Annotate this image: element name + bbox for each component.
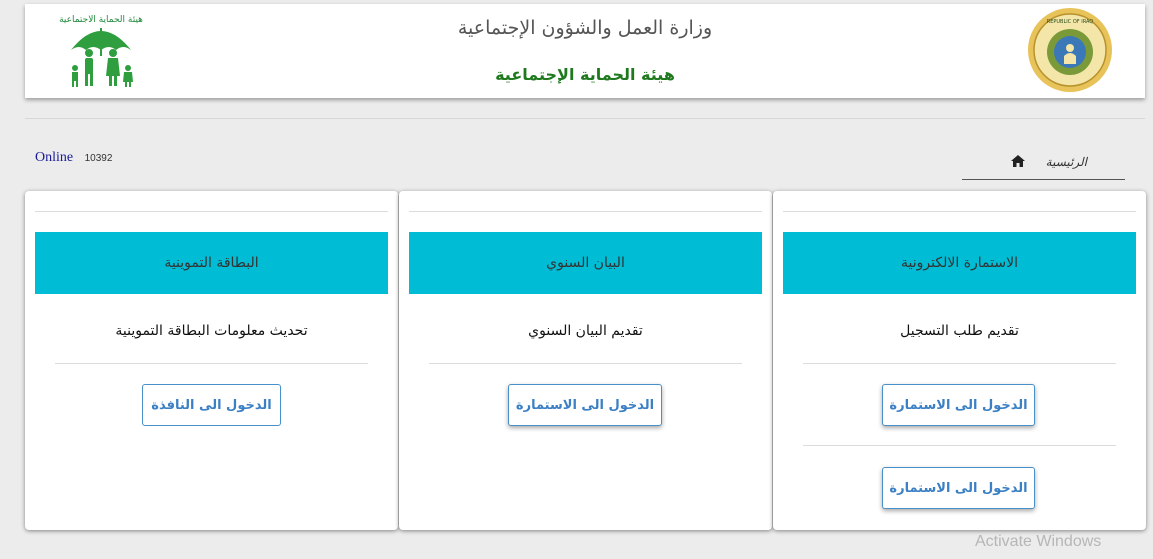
card-header: البطاقة التموينية bbox=[35, 232, 388, 294]
card-electronic-form: الاستمارة الالكترونية تقديم طلب التسجيل … bbox=[773, 191, 1146, 530]
card-subtitle: تحديث معلومات البطاقة التموينية bbox=[115, 323, 308, 339]
enter-form-button-primary[interactable]: الدخول الى الاستمارة bbox=[882, 384, 1035, 426]
card-divider bbox=[803, 363, 1116, 364]
card-annual-statement: البيان السنوي تقديم البيان السنوي الدخول… bbox=[399, 191, 772, 530]
activate-windows-watermark: Activate Windows bbox=[975, 533, 1102, 550]
authority-title: هيئة الحماية الإجتماعية bbox=[495, 65, 675, 84]
info-bar: Online 10392 الرئيسية bbox=[25, 138, 1145, 190]
card-divider bbox=[429, 363, 742, 364]
card-subtitle: تقديم البيان السنوي bbox=[528, 323, 643, 339]
enter-form-button[interactable]: الدخول الى الاستمارة bbox=[508, 384, 662, 426]
home-label: الرئيسية bbox=[1045, 155, 1087, 169]
card-divider-2 bbox=[803, 445, 1116, 446]
online-count: 10392 bbox=[84, 153, 113, 164]
card-header: البيان السنوي bbox=[409, 232, 762, 294]
card-subtitle: تقديم طلب التسجيل bbox=[900, 323, 1019, 339]
right-logo-text: REPUBLIC OF IRAQ bbox=[1047, 19, 1094, 25]
online-counter: Online 10392 bbox=[35, 150, 112, 166]
site-header: هيئة الحماية الاجتماعية وزارة العمل والش… bbox=[25, 4, 1145, 98]
breadcrumb-home-link[interactable]: الرئيسية bbox=[962, 152, 1125, 180]
card-ration-card: البطاقة التموينية تحديث معلومات البطاقة … bbox=[25, 191, 398, 530]
card-top-rule bbox=[783, 211, 1136, 212]
header-separator bbox=[25, 118, 1145, 119]
online-label: Online bbox=[35, 150, 74, 165]
home-icon bbox=[1011, 155, 1025, 167]
card-top-rule bbox=[35, 211, 388, 212]
enter-window-button[interactable]: الدخول الى النافذة bbox=[142, 384, 281, 426]
ministry-seal-icon: REPUBLIC OF IRAQ bbox=[1028, 8, 1112, 92]
ministry-title: وزارة العمل والشؤون الإجتماعية bbox=[457, 17, 713, 39]
card-header: الاستمارة الالكترونية bbox=[783, 232, 1136, 294]
card-top-rule bbox=[409, 211, 762, 212]
enter-form-button-secondary[interactable]: الدخول الى الاستمارة bbox=[882, 467, 1035, 509]
page: هيئة الحماية الاجتماعية وزارة العمل والش… bbox=[0, 0, 1153, 559]
card-divider bbox=[55, 363, 368, 364]
